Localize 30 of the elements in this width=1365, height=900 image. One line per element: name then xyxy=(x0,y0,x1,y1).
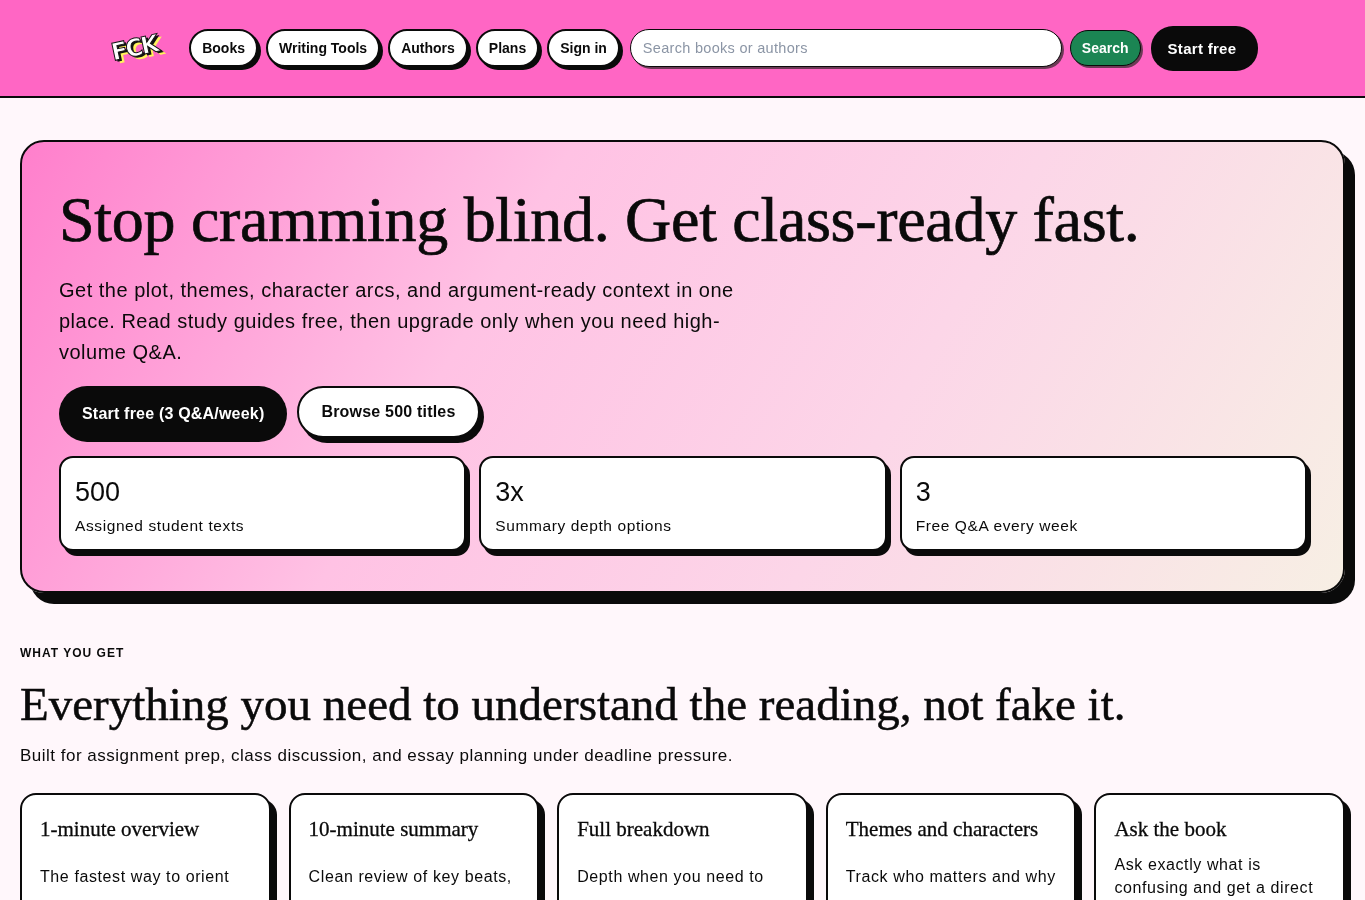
feature-title: 10-minute summary xyxy=(308,816,480,843)
feature-title: Ask the book xyxy=(1114,816,1228,843)
nav-button[interactable]: Authors xyxy=(388,29,468,67)
section-heading: Everything you need to understand the reading, not fake it. xyxy=(20,678,1127,731)
section-eyebrow: WHAT YOU GET xyxy=(20,645,126,662)
start-free-button[interactable]: Start free (3 Q&A/week) xyxy=(59,386,288,443)
nav-button[interactable]: Writing Tools xyxy=(266,29,381,67)
nav-button[interactable]: Books xyxy=(189,29,258,67)
search-field[interactable]: Search books or authors xyxy=(629,29,1062,67)
nav-button[interactable]: Plans xyxy=(475,29,540,67)
search-button[interactable]: Search xyxy=(1069,30,1141,66)
section-subtitle: Built for assignment prep, class discussion, and essay planning under deadline pressure. xyxy=(20,745,735,768)
stat-value: 3 xyxy=(915,476,932,509)
feature-description: Ask exactly what is confusing and get a direct xyxy=(1114,855,1315,899)
feature-title: Themes and characters xyxy=(845,816,1040,843)
nav-button[interactable]: Sign in xyxy=(547,29,620,67)
feature-title: Full breakdown xyxy=(577,816,711,843)
feature-description: Clean review of key beats, xyxy=(308,866,512,887)
feature-description: The fastest way to orient xyxy=(40,866,230,887)
start-free-button[interactable]: Start free xyxy=(1150,25,1259,71)
hero-heading: Stop cramming blind. Get class-ready fast. xyxy=(59,186,1141,254)
stat-label: Free Q&A every week xyxy=(915,516,1079,537)
stat-label: Assigned student texts xyxy=(75,516,246,537)
stat-label: Summary depth options xyxy=(495,516,673,537)
feature-title: 1-minute overview xyxy=(40,816,201,843)
stat-value: 500 xyxy=(75,476,122,509)
hero-description: Get the plot, themes, character arcs, and argument-ready context in one place. Read study guides free, then upgrade only when you need high-volume Q&A. xyxy=(59,278,735,366)
feature-description: Depth when you need to xyxy=(577,866,764,887)
stat-value: 3x xyxy=(495,476,525,509)
feature-description: Track who matters and why xyxy=(845,866,1056,887)
